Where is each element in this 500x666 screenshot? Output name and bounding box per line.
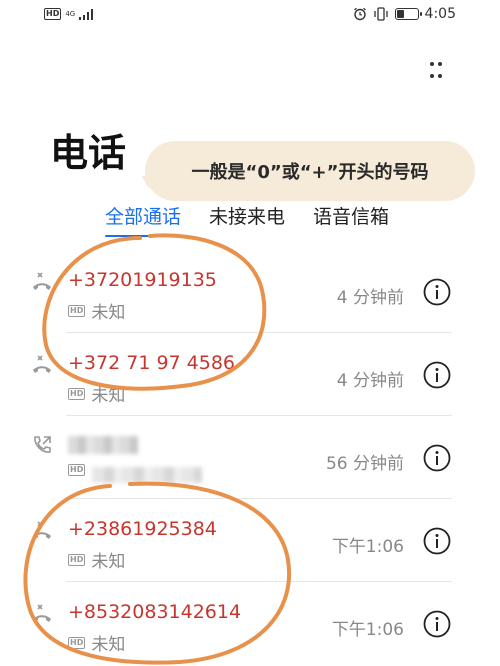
signal-icon <box>79 8 94 20</box>
annotation-callout: 一般是“0”或“+”开头的号码 <box>145 141 475 201</box>
tab-active-indicator <box>105 235 187 237</box>
call-log-row[interactable]: HD 56 分钟前 <box>0 416 500 499</box>
call-subline: HD 未知 <box>68 547 125 572</box>
tab-bar: 全部通话 未接来电 语音信箱 <box>0 202 500 242</box>
missed-call-icon <box>33 604 51 622</box>
call-number: +8532083142614 <box>68 601 242 623</box>
status-left: HD 4G <box>44 8 94 20</box>
call-subline: HD <box>68 464 86 476</box>
info-icon[interactable] <box>423 527 451 555</box>
call-subline: HD 未知 <box>68 381 125 406</box>
missed-call-icon <box>33 521 51 539</box>
call-log-row[interactable]: +8532083142614 HD 未知 下午1:06 <box>0 582 500 665</box>
info-icon[interactable] <box>423 610 451 638</box>
call-location: 未知 <box>91 386 126 406</box>
redacted-location <box>92 467 202 483</box>
status-bar: HD 4G 4:05 <box>0 0 500 32</box>
call-time: 下午1:06 <box>331 537 404 557</box>
tab-missed-calls[interactable]: 未接来电 <box>209 202 285 229</box>
info-icon[interactable] <box>423 278 451 306</box>
call-subline: HD 未知 <box>68 298 125 323</box>
info-icon[interactable] <box>423 444 451 472</box>
call-log-row[interactable]: +23861925384 HD 未知 下午1:06 <box>0 499 500 582</box>
status-time: 4:05 <box>424 6 456 22</box>
call-location: 未知 <box>91 303 126 323</box>
hd-call-badge: HD <box>68 553 86 566</box>
hd-badge: HD <box>44 8 62 20</box>
call-time: 56 分钟前 <box>325 454 404 474</box>
call-log-row[interactable]: +37201919135 HD 未知 4 分钟前 <box>0 250 500 333</box>
annotation-text: 一般是“0”或“+”开头的号码 <box>191 162 429 183</box>
page-title: 电话 <box>50 131 127 175</box>
call-log-row[interactable]: +372 71 97 4586 HD 未知 4 分钟前 <box>0 333 500 416</box>
hd-call-badge: HD <box>68 304 86 317</box>
hd-call-badge: HD <box>68 464 86 476</box>
battery-icon <box>394 8 422 20</box>
battery-fill <box>396 10 404 18</box>
vibrate-icon <box>373 7 388 21</box>
call-number: +37201919135 <box>68 269 217 291</box>
status-right: 4:05 <box>353 6 456 22</box>
network-label: 4G <box>65 10 76 18</box>
info-icon[interactable] <box>423 361 451 389</box>
call-time: 下午1:06 <box>331 620 404 640</box>
call-time: 4 分钟前 <box>336 288 404 308</box>
call-subline: HD 未知 <box>68 630 125 655</box>
tab-all-calls[interactable]: 全部通话 <box>105 202 181 229</box>
tab-voicemail[interactable]: 语音信箱 <box>313 202 389 229</box>
alarm-icon <box>353 7 366 21</box>
more-vertical-icon[interactable] <box>424 58 448 82</box>
hd-call-badge: HD <box>68 636 86 649</box>
call-number: +23861925384 <box>68 518 217 540</box>
missed-call-icon <box>33 355 51 373</box>
redacted-number <box>68 436 138 454</box>
call-location: 未知 <box>91 552 126 572</box>
call-time: 4 分钟前 <box>336 371 404 391</box>
missed-call-icon <box>33 272 51 290</box>
call-location: 未知 <box>91 635 126 655</box>
hd-call-badge: HD <box>68 387 86 400</box>
outgoing-call-icon <box>34 436 51 453</box>
call-number: +372 71 97 4586 <box>68 352 236 374</box>
